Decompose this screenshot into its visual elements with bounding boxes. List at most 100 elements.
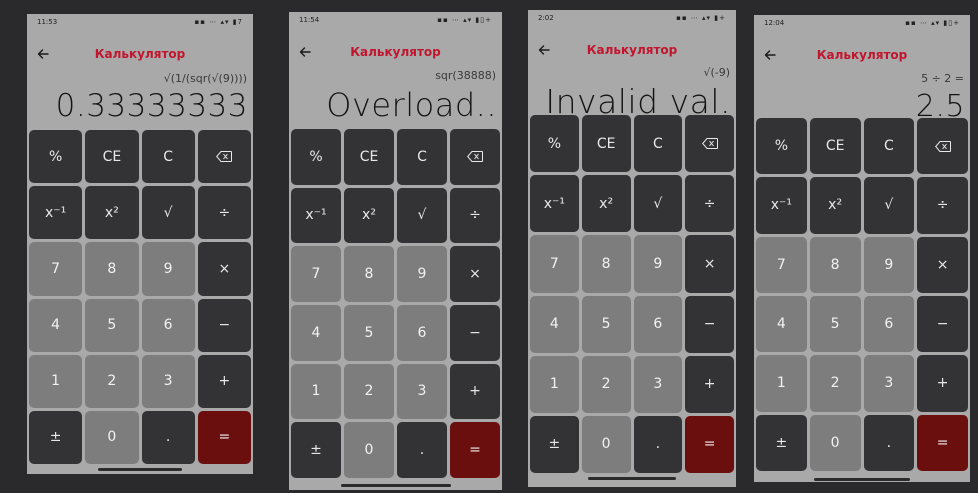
- sqrt-key[interactable]: √: [633, 175, 683, 233]
- clear-entry-key[interactable]: CE: [581, 115, 631, 173]
- plus-key[interactable]: +: [917, 355, 968, 412]
- digit-9-key[interactable]: 9: [397, 246, 447, 302]
- multiply-key[interactable]: ×: [917, 236, 968, 293]
- plus-key[interactable]: +: [197, 354, 251, 408]
- divide-key[interactable]: ÷: [197, 186, 251, 240]
- digit-0-key[interactable]: 0: [85, 410, 139, 464]
- sqrt-key[interactable]: √: [863, 177, 915, 234]
- divide-key[interactable]: ÷: [685, 175, 734, 233]
- clear-key[interactable]: C: [633, 115, 683, 173]
- digit-0-key[interactable]: 0: [344, 422, 394, 478]
- plus-key[interactable]: +: [685, 355, 734, 413]
- percent-key[interactable]: %: [29, 130, 83, 184]
- decimal-key[interactable]: .: [141, 410, 195, 464]
- home-indicator[interactable]: [98, 468, 182, 471]
- digit-7-key[interactable]: 7: [530, 235, 579, 293]
- reciprocal-key[interactable]: x⁻¹: [530, 175, 579, 233]
- minus-key[interactable]: −: [197, 298, 251, 352]
- home-indicator[interactable]: [340, 484, 451, 487]
- digit-3-key[interactable]: 3: [397, 363, 447, 420]
- percent-key[interactable]: %: [756, 118, 807, 175]
- divide-key[interactable]: ÷: [917, 177, 968, 234]
- multiply-key[interactable]: ×: [197, 242, 251, 296]
- percent-key[interactable]: %: [530, 115, 579, 173]
- equals-key[interactable]: =: [917, 414, 968, 471]
- digit-6-key[interactable]: 6: [633, 295, 683, 353]
- reciprocal-key[interactable]: x⁻¹: [291, 187, 341, 244]
- clear-entry-key[interactable]: CE: [809, 118, 861, 175]
- equals-key[interactable]: =: [685, 415, 734, 473]
- digit-9-key[interactable]: 9: [141, 242, 195, 296]
- digit-7-key[interactable]: 7: [756, 236, 807, 293]
- digit-1-key[interactable]: 1: [756, 355, 807, 412]
- clear-key[interactable]: C: [863, 118, 915, 175]
- sqrt-key[interactable]: √: [397, 187, 447, 244]
- digit-0-key[interactable]: 0: [581, 415, 631, 473]
- digit-8-key[interactable]: 8: [344, 246, 394, 302]
- digit-8-key[interactable]: 8: [85, 242, 139, 296]
- sqrt-key[interactable]: √: [141, 186, 195, 240]
- equals-key[interactable]: =: [450, 422, 500, 478]
- digit-3-key[interactable]: 3: [141, 354, 195, 408]
- digit-7-key[interactable]: 7: [291, 246, 341, 302]
- home-indicator[interactable]: [814, 478, 910, 481]
- digit-8-key[interactable]: 8: [809, 236, 861, 293]
- digit-2-key[interactable]: 2: [809, 355, 861, 412]
- digit-6-key[interactable]: 6: [863, 295, 915, 353]
- multiply-key[interactable]: ×: [450, 246, 500, 302]
- plus-key[interactable]: +: [450, 363, 500, 420]
- digit-5-key[interactable]: 5: [581, 295, 631, 353]
- divide-key[interactable]: ÷: [450, 187, 500, 244]
- minus-key[interactable]: −: [917, 295, 968, 353]
- percent-key[interactable]: %: [291, 129, 341, 185]
- digit-2-key[interactable]: 2: [581, 355, 631, 413]
- digit-7-key[interactable]: 7: [29, 242, 83, 296]
- minus-key[interactable]: −: [685, 295, 734, 353]
- digit-5-key[interactable]: 5: [344, 305, 394, 361]
- multiply-key[interactable]: ×: [685, 235, 734, 293]
- clear-entry-key[interactable]: CE: [85, 130, 139, 184]
- decimal-key[interactable]: .: [863, 414, 915, 471]
- digit-9-key[interactable]: 9: [633, 235, 683, 293]
- negate-key[interactable]: ±: [530, 415, 579, 473]
- backspace-key[interactable]: [197, 130, 251, 184]
- digit-8-key[interactable]: 8: [581, 235, 631, 293]
- square-key[interactable]: x²: [344, 187, 394, 244]
- square-key[interactable]: x²: [581, 175, 631, 233]
- negate-key[interactable]: ±: [291, 422, 341, 478]
- digit-3-key[interactable]: 3: [863, 355, 915, 412]
- digit-5-key[interactable]: 5: [809, 295, 861, 353]
- digit-2-key[interactable]: 2: [85, 354, 139, 408]
- clear-key[interactable]: C: [397, 129, 447, 185]
- digit-3-key[interactable]: 3: [633, 355, 683, 413]
- digit-6-key[interactable]: 6: [141, 298, 195, 352]
- digit-1-key[interactable]: 1: [29, 354, 83, 408]
- digit-5-key[interactable]: 5: [85, 298, 139, 352]
- digit-4-key[interactable]: 4: [291, 305, 341, 361]
- clear-entry-key[interactable]: CE: [344, 129, 394, 185]
- decimal-key[interactable]: .: [633, 415, 683, 473]
- digit-9-key[interactable]: 9: [863, 236, 915, 293]
- decimal-key[interactable]: .: [397, 422, 447, 478]
- backspace-key[interactable]: [917, 118, 968, 175]
- digit-4-key[interactable]: 4: [29, 298, 83, 352]
- reciprocal-key[interactable]: x⁻¹: [29, 186, 83, 240]
- backspace-key[interactable]: [685, 115, 734, 173]
- reciprocal-key[interactable]: x⁻¹: [756, 177, 807, 234]
- minus-key[interactable]: −: [450, 305, 500, 361]
- digit-2-key[interactable]: 2: [344, 363, 394, 420]
- equals-key[interactable]: =: [197, 410, 251, 464]
- digit-4-key[interactable]: 4: [756, 295, 807, 353]
- home-indicator[interactable]: [588, 477, 676, 480]
- digit-1-key[interactable]: 1: [291, 363, 341, 420]
- clear-key[interactable]: C: [141, 130, 195, 184]
- square-key[interactable]: x²: [85, 186, 139, 240]
- digit-6-key[interactable]: 6: [397, 305, 447, 361]
- digit-4-key[interactable]: 4: [530, 295, 579, 353]
- digit-0-key[interactable]: 0: [809, 414, 861, 471]
- square-key[interactable]: x²: [809, 177, 861, 234]
- digit-1-key[interactable]: 1: [530, 355, 579, 413]
- negate-key[interactable]: ±: [756, 414, 807, 471]
- backspace-key[interactable]: [450, 129, 500, 185]
- negate-key[interactable]: ±: [29, 410, 83, 464]
